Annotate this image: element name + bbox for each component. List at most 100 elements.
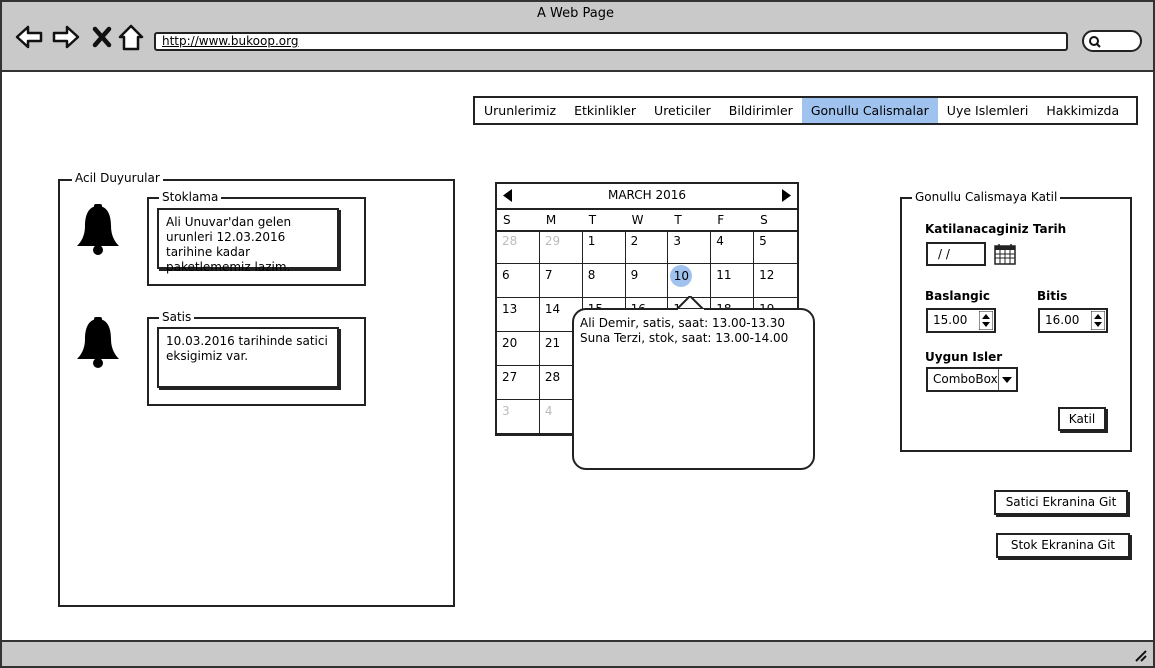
menu-item[interactable]: Etkinlikler xyxy=(565,98,645,123)
weekday-label: T xyxy=(674,213,682,227)
forward-arrow-icon[interactable] xyxy=(51,22,81,52)
calendar-day[interactable]: 13 xyxy=(497,298,540,332)
date-input[interactable]: / / xyxy=(926,242,986,266)
calendar-day-number: 5 xyxy=(759,234,767,248)
join-panel-title: Gonullu Calismaya Katil xyxy=(912,190,1061,204)
chevron-down-icon[interactable] xyxy=(998,369,1016,390)
calendar-day[interactable]: 29 xyxy=(539,230,583,264)
date-label: Katilanacaginiz Tarih xyxy=(925,222,1067,236)
calendar-day-popup: Ali Demir, satis, saat: 13.00-13.30 Suna… xyxy=(572,308,815,470)
bell-icon xyxy=(77,204,119,255)
calendar-day[interactable]: 5 xyxy=(754,230,797,264)
menu-item[interactable]: Uye Islemleri xyxy=(938,98,1038,123)
calendar-day-number: 1 xyxy=(587,234,596,248)
calendar-day[interactable]: 20 xyxy=(497,332,540,366)
calendar-day[interactable]: 4 xyxy=(711,230,755,264)
window-title: A Web Page xyxy=(537,6,614,21)
announcement-title: Satis xyxy=(159,310,195,324)
end-time-value: 16.00 xyxy=(1045,313,1080,327)
weekday-label: S xyxy=(503,213,511,227)
stop-close-icon[interactable] xyxy=(88,22,118,52)
menu-item[interactable]: Bildirimler xyxy=(720,98,802,123)
calendar-day-number: 7 xyxy=(544,268,553,282)
calendar-day-number: 13 xyxy=(502,302,518,316)
calendar-day[interactable]: 12 xyxy=(754,264,797,298)
calendar-day-number: 9 xyxy=(630,268,639,282)
end-time-stepper[interactable]: 16.00 xyxy=(1038,308,1108,333)
calendar-day-number: 12 xyxy=(759,268,775,282)
url-field[interactable]: http://www.bukoop.org xyxy=(154,32,1068,51)
calendar-day[interactable]: 27 xyxy=(497,366,540,400)
bell-icon xyxy=(77,317,119,368)
jobs-combobox[interactable]: ComboBox xyxy=(926,367,1018,392)
calendar-header: MARCH 2016 xyxy=(497,184,797,210)
end-time-label: Bitis xyxy=(1037,289,1068,303)
browser-search-field[interactable] xyxy=(1082,30,1142,52)
seller-screen-button[interactable]: Satici Ekranina Git xyxy=(994,490,1128,515)
calendar-day[interactable]: 2 xyxy=(625,230,669,264)
calendar-day[interactable]: 3 xyxy=(497,400,540,434)
weekday-label: M xyxy=(545,213,557,227)
announcement-title: Stoklama xyxy=(159,190,222,204)
stock-screen-button[interactable]: Stok Ekranina Git xyxy=(996,533,1130,558)
calendar-day[interactable]: 9 xyxy=(625,264,669,298)
calendar-day[interactable]: 6 xyxy=(497,264,540,298)
weekday-label: F xyxy=(717,213,725,227)
stepper-arrows-icon[interactable] xyxy=(979,311,993,330)
calendar-day-number: 10 xyxy=(670,265,693,287)
jobs-combobox-value: ComboBox xyxy=(933,372,998,386)
calendar-day-number: 4 xyxy=(716,234,724,248)
calendar-picker-icon[interactable] xyxy=(993,242,1017,266)
calendar-day[interactable]: 10 xyxy=(668,264,712,298)
calendar-day-number: 8 xyxy=(587,268,596,282)
stepper-arrows-icon[interactable] xyxy=(1091,311,1105,330)
calendar-day-number: 3 xyxy=(673,234,682,248)
join-submit-button[interactable]: Katil xyxy=(1058,407,1106,431)
menu-item[interactable]: Ureticiler xyxy=(645,98,720,123)
search-icon xyxy=(1089,36,1101,48)
calendar-day-number: 14 xyxy=(544,302,561,316)
home-icon[interactable] xyxy=(116,22,146,52)
calendar-day[interactable]: 8 xyxy=(582,264,626,298)
browser-statusbar xyxy=(2,640,1153,666)
announcements-title: Acil Duyurular xyxy=(72,171,163,185)
callout-pointer-mask xyxy=(678,309,704,313)
weekday-label: T xyxy=(588,213,597,227)
calendar-day-number: 3 xyxy=(502,404,510,418)
calendar-day-number: 29 xyxy=(544,234,561,248)
menu-item[interactable]: Hakkimizda xyxy=(1037,98,1128,123)
calendar-day[interactable]: 7 xyxy=(539,264,583,298)
calendar-day-number: 2 xyxy=(630,234,639,248)
start-time-value: 15.00 xyxy=(933,313,968,327)
calendar-day-number: 20 xyxy=(502,336,518,350)
calendar-day-number: 21 xyxy=(544,336,561,350)
calendar-weekdays: SMTWTFS xyxy=(497,210,797,232)
weekday-label: W xyxy=(631,213,644,227)
calendar-day[interactable]: 11 xyxy=(711,264,755,298)
announcement-note: Ali Unuvar'dan gelen urunleri 12.03.2016… xyxy=(157,208,339,274)
main-menu: Urunlerimiz Etkinlikler Ureticiler Bildirim… xyxy=(473,96,1138,125)
calendar-day-number: 11 xyxy=(716,268,732,282)
popup-line: Suna Terzi, stok, saat: 13.00-14.00 xyxy=(580,331,789,345)
calendar-day-number: 6 xyxy=(502,268,510,282)
popup-line: Ali Demir, satis, saat: 13.00-13.30 xyxy=(580,316,785,330)
menu-item[interactable]: Urunlerimiz xyxy=(475,98,565,123)
calendar-day-number: 28 xyxy=(544,370,561,384)
announcement-note: 10.03.2016 tarihinde satici eksigimiz va… xyxy=(157,327,339,388)
calendar-day-number: 4 xyxy=(544,404,553,418)
calendar-day[interactable]: 28 xyxy=(497,230,540,264)
calendar-month-label: MARCH 2016 xyxy=(607,188,687,202)
calendar-day[interactable]: 1 xyxy=(582,230,626,264)
next-month-icon[interactable] xyxy=(781,189,791,202)
menu-item[interactable]: Gonullu Calismalar xyxy=(801,98,938,123)
calendar-day-number: 27 xyxy=(502,370,518,384)
weekday-label: S xyxy=(760,213,768,227)
back-arrow-icon[interactable] xyxy=(14,22,44,52)
start-time-label: Baslangic xyxy=(925,289,990,303)
start-time-stepper[interactable]: 15.00 xyxy=(926,308,996,333)
previous-month-icon[interactable] xyxy=(503,189,513,202)
calendar-day[interactable]: 3 xyxy=(668,230,712,264)
resize-grip-icon[interactable] xyxy=(1133,648,1147,662)
jobs-label: Uygun Isler xyxy=(925,350,1003,364)
calendar-day-number: 28 xyxy=(502,234,518,248)
